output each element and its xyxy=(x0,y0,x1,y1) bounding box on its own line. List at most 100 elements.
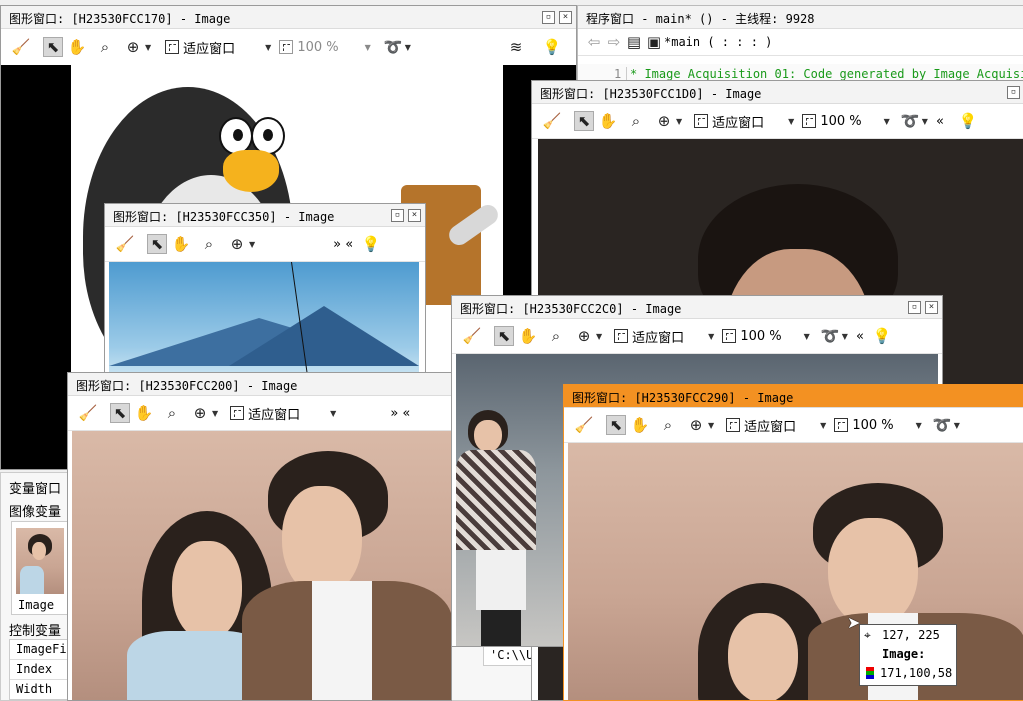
restore-icon[interactable]: ▫ xyxy=(391,209,404,222)
cursor-arrow-icon: ➤ xyxy=(847,613,861,632)
window-290-titlebar[interactable]: 图形窗口: [H23530FCC290] - Image xyxy=(564,385,1023,408)
lightbulb-icon[interactable]: 💡 xyxy=(361,234,381,254)
magnifier-icon[interactable]: ⌕ xyxy=(162,403,182,423)
chevron-down-icon[interactable]: ▼ xyxy=(145,43,151,52)
toolbar-overflow[interactable]: » « xyxy=(390,406,410,421)
image-thumb-label: Image xyxy=(18,598,55,612)
zoom-in-icon[interactable]: ⊕ xyxy=(654,111,674,131)
zoom-dropdown[interactable]: 100 % ▼ xyxy=(722,329,810,344)
fit-window-icon xyxy=(614,329,629,343)
window-170-title: 图形窗口: [H23530FCC170] - Image xyxy=(9,12,231,26)
lightbulb-icon[interactable]: 💡 xyxy=(872,326,892,346)
lightbulb-icon[interactable]: 💡 xyxy=(958,111,978,131)
zoom-dropdown[interactable]: 100 % ▼ xyxy=(834,418,922,433)
broom-icon[interactable]: 🧹 xyxy=(542,111,562,131)
hand-icon[interactable]: ✋ xyxy=(171,234,191,254)
zoom-percent-icon xyxy=(279,40,294,54)
hand-icon[interactable]: ✋ xyxy=(598,111,618,131)
graphics-window-350: 图形窗口: [H23530FCC350] - Image ▫ × 🧹 ⬉ ✋ ⌕ … xyxy=(104,203,426,385)
broom-icon[interactable]: 🧹 xyxy=(11,37,31,57)
magnifier-icon[interactable]: ⌕ xyxy=(95,37,115,57)
layers-icon[interactable]: ≋ xyxy=(506,37,526,57)
image-variable-thumb[interactable]: Image xyxy=(11,521,69,615)
toolbar-overflow[interactable]: « xyxy=(856,329,864,344)
broom-icon[interactable]: 🧹 xyxy=(115,234,135,254)
control-variables-table: ImageFi Index Width xyxy=(9,639,71,700)
close-icon[interactable]: × xyxy=(925,301,938,314)
magnifier-icon[interactable]: ⌕ xyxy=(546,326,566,346)
pixel-info-tooltip: ⌖ 127, 225 Image: 171,100,58 xyxy=(859,624,957,686)
zoom-in-icon[interactable]: ⊕ xyxy=(190,403,210,423)
restore-icon[interactable]: ▫ xyxy=(908,301,921,314)
window-200-image[interactable] xyxy=(72,431,451,700)
draw-mode-icon[interactable]: ➰ xyxy=(932,415,952,435)
procedure-selector[interactable]: *main ( : : : ) xyxy=(664,35,772,49)
fit-window-dropdown[interactable]: 适应窗口 ▼ xyxy=(165,38,271,57)
magnifier-icon[interactable]: ⌕ xyxy=(658,415,678,435)
graphics-window-200: 图形窗口: [H23530FCC200] - Image 🧹 ⬉ ✋ ⌕ ⊕ ▼ … xyxy=(67,372,452,701)
clipboard-icon[interactable]: ▤ xyxy=(624,32,644,52)
zoom-in-icon[interactable]: ⊕ xyxy=(227,234,247,254)
draw-mode-icon[interactable]: ➰ xyxy=(900,111,920,131)
table-row[interactable]: ImageFi xyxy=(10,640,70,660)
forward-arrow-icon[interactable]: ⇨ xyxy=(604,32,624,52)
restore-icon[interactable]: ▫ xyxy=(542,11,555,24)
pointer-icon[interactable]: ⬉ xyxy=(43,37,63,57)
pointer-icon[interactable]: ⬉ xyxy=(147,234,167,254)
pointer-icon[interactable]: ⬉ xyxy=(606,415,626,435)
fit-window-dropdown[interactable]: 适应窗口 ▼ xyxy=(694,112,794,131)
pointer-icon[interactable]: ⬉ xyxy=(574,111,594,131)
broom-icon[interactable]: 🧹 xyxy=(462,326,482,346)
fit-window-dropdown[interactable]: 适应窗口 ▼ xyxy=(726,416,826,435)
program-window-titlebar[interactable]: 程序窗口 - main* () - 主线程: 9928 xyxy=(578,6,1023,29)
zoom-dropdown[interactable]: 100 % ▼ xyxy=(279,40,371,55)
back-arrow-icon[interactable]: ⇦ xyxy=(584,32,604,52)
fit-window-icon xyxy=(165,40,180,54)
window-1d0-toolbar: 🧹 ⬉ ✋ ⌕ ⊕ ▼ 适应窗口 ▼ 100 % ▼ ➰ ▼ « 💡 xyxy=(532,104,1023,139)
program-window-title: 程序窗口 - main* () - 主线程: 9928 xyxy=(586,12,815,26)
window-1d0-titlebar[interactable]: 图形窗口: [H23530FCC1D0] - Image ▫ xyxy=(532,81,1023,104)
restore-icon[interactable]: ▫ xyxy=(1007,86,1020,99)
window-2c0-toolbar: 🧹 ⬉ ✋ ⌕ ⊕ ▼ 适应窗口 ▼ 100 % ▼ ➰ ▼ « 💡 xyxy=(452,319,942,354)
tooltip-image-name: Image: xyxy=(882,647,926,661)
zoom-percent-icon xyxy=(722,329,737,343)
draw-mode-icon[interactable]: ➰ xyxy=(820,326,840,346)
zoom-in-icon[interactable]: ⊕ xyxy=(574,326,594,346)
toolbar-overflow[interactable]: » « xyxy=(333,237,353,252)
table-row[interactable]: Index xyxy=(10,660,70,680)
procedure-icon[interactable]: ▣ xyxy=(644,32,664,52)
fit-window-dropdown[interactable]: 适应窗口 ▼ xyxy=(230,404,336,423)
hand-icon[interactable]: ✋ xyxy=(67,37,87,57)
zoom-dropdown[interactable]: 100 % ▼ xyxy=(802,114,890,129)
draw-mode-icon[interactable]: ➰ xyxy=(383,37,403,57)
hand-icon[interactable]: ✋ xyxy=(134,403,154,423)
magnifier-icon[interactable]: ⌕ xyxy=(199,234,219,254)
window-350-title: 图形窗口: [H23530FCC350] - Image xyxy=(113,210,335,224)
zoom-in-icon[interactable]: ⊕ xyxy=(123,37,143,57)
fit-window-icon xyxy=(694,114,709,128)
close-icon[interactable]: × xyxy=(408,209,421,222)
fit-window-dropdown[interactable]: 适应窗口 ▼ xyxy=(614,327,714,346)
program-toolbar: ⇦ ⇨ ▤ ▣ *main ( : : : ) xyxy=(578,29,1023,56)
window-170-titlebar[interactable]: 图形窗口: [H23530FCC170] - Image ▫ × xyxy=(1,6,576,29)
window-200-titlebar[interactable]: 图形窗口: [H23530FCC200] - Image xyxy=(68,373,451,396)
window-350-image[interactable] xyxy=(109,262,419,384)
pointer-icon[interactable]: ⬉ xyxy=(110,403,130,423)
toolbar-overflow[interactable]: « xyxy=(936,114,944,129)
broom-icon[interactable]: 🧹 xyxy=(574,415,594,435)
hand-icon[interactable]: ✋ xyxy=(630,415,650,435)
close-icon[interactable]: × xyxy=(559,11,572,24)
broom-icon[interactable]: 🧹 xyxy=(78,403,98,423)
zoom-in-icon[interactable]: ⊕ xyxy=(686,415,706,435)
pointer-icon[interactable]: ⬉ xyxy=(494,326,514,346)
hand-icon[interactable]: ✋ xyxy=(518,326,538,346)
window-2c0-titlebar[interactable]: 图形窗口: [H23530FCC2C0] - Image ▫ × xyxy=(452,296,942,319)
zoom-percent-icon xyxy=(834,418,849,432)
tooltip-coords: 127, 225 xyxy=(882,628,940,642)
window-350-titlebar[interactable]: 图形窗口: [H23530FCC350] - Image ▫ × xyxy=(105,204,425,227)
lightbulb-icon[interactable]: 💡 xyxy=(542,37,562,57)
zoom-percent-icon xyxy=(802,114,817,128)
window-290-title: 图形窗口: [H23530FCC290] - Image xyxy=(572,391,794,405)
magnifier-icon[interactable]: ⌕ xyxy=(626,111,646,131)
table-row[interactable]: Width xyxy=(10,680,70,699)
